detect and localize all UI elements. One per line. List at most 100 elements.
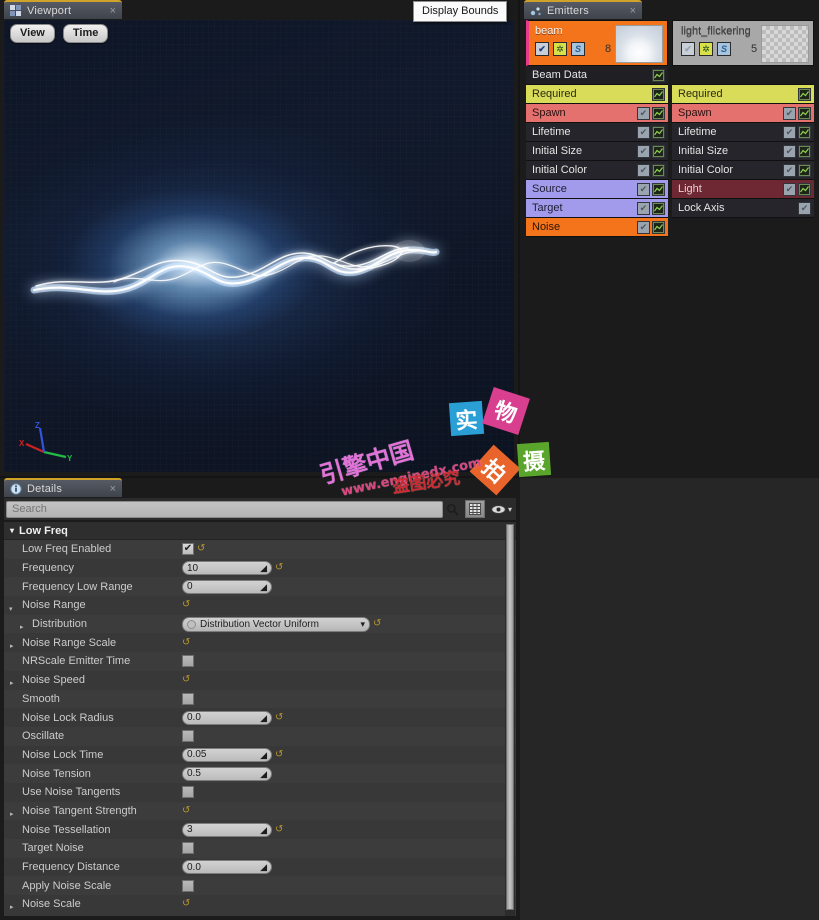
revert-icon[interactable]: ↺ (275, 749, 283, 760)
tab-viewport[interactable]: Viewport × (4, 0, 122, 19)
property-row-noise-speed[interactable]: ▸ Noise Speed ↺ (4, 670, 516, 690)
module-row-noise[interactable]: Noise ✔ (526, 218, 668, 237)
module-row-initial-color[interactable]: Initial Color ✔ (526, 161, 668, 180)
module-curve-icon[interactable] (652, 106, 665, 120)
module-curve-icon[interactable] (798, 87, 811, 101)
module-curve-icon[interactable] (652, 68, 665, 82)
module-row-light[interactable]: Light ✔ (672, 180, 814, 199)
emitter-column-light_flickering[interactable]: light_flickering ✔ ✲ S 5 Required Spawn ✔ Lifeti… (672, 20, 814, 237)
time-button[interactable]: Time (62, 24, 109, 43)
revert-icon[interactable]: ↺ (275, 712, 283, 723)
visibility-icon[interactable]: ▾ (487, 504, 516, 515)
properties-scrollbar-track[interactable] (505, 522, 515, 916)
property-number-field[interactable]: 0.05 ◢ (182, 747, 272, 762)
property-row-apply-noise-scale[interactable]: Apply Noise Scale (4, 876, 516, 896)
spinner-handle-icon[interactable]: ◢ (260, 713, 267, 724)
property-checkbox[interactable] (182, 692, 194, 705)
module-curve-icon[interactable] (652, 182, 665, 196)
property-row-noise-lock-time[interactable]: Noise Lock Time 0.05 ◢ ↺ (4, 745, 516, 765)
property-row-distribution[interactable]: ▸ Distribution Distribution Vector Uniform… (4, 614, 516, 634)
tab-emitters[interactable]: Emitters × (524, 0, 642, 19)
vertical-splitter[interactable] (518, 0, 520, 478)
grid-view-icon[interactable] (464, 500, 485, 518)
module-enable-checkbox[interactable]: ✔ (798, 201, 811, 215)
view-button[interactable]: View (10, 24, 55, 43)
module-curve-icon[interactable] (798, 163, 811, 177)
module-enable-checkbox[interactable]: ✔ (783, 182, 796, 196)
properties-list[interactable]: ▾ Low Freq Low Freq Enabled ✔ ↺ Frequency 10… (4, 522, 516, 916)
revert-icon[interactable]: ↺ (197, 544, 205, 554)
property-checkbox[interactable] (182, 879, 194, 892)
spinner-handle-icon[interactable]: ◢ (260, 582, 267, 593)
module-enable-checkbox[interactable]: ✔ (637, 163, 650, 177)
revert-icon[interactable]: ↺ (182, 805, 190, 816)
module-enable-checkbox[interactable]: ✔ (637, 220, 650, 234)
horizontal-splitter[interactable] (0, 476, 520, 478)
module-enable-checkbox[interactable]: ✔ (783, 125, 796, 139)
emitter-header-beam[interactable]: beam ✔ ✲ S 8 (526, 20, 668, 66)
triangle-closed-icon[interactable]: ▸ (10, 903, 14, 911)
property-number-field[interactable]: 0.0 ◢ (182, 710, 272, 725)
module-curve-icon[interactable] (652, 163, 665, 177)
module-enable-checkbox[interactable]: ✔ (783, 144, 796, 158)
spinner-handle-icon[interactable]: ◢ (260, 862, 267, 873)
revert-icon[interactable]: ↺ (275, 563, 283, 573)
property-row-frequency[interactable]: Frequency 10 ◢ ↺ (4, 558, 516, 578)
module-enable-checkbox[interactable]: ✔ (637, 182, 650, 196)
module-curve-icon[interactable] (798, 125, 811, 139)
search-icon[interactable] (443, 499, 463, 519)
module-row-initial-size[interactable]: Initial Size ✔ (672, 142, 814, 161)
module-enable-checkbox[interactable]: ✔ (637, 201, 650, 215)
spinner-handle-icon[interactable]: ◢ (260, 769, 267, 780)
particle-icon[interactable]: ✲ (699, 42, 713, 56)
triangle-closed-icon[interactable]: ▸ (20, 623, 24, 631)
module-curve-icon[interactable] (652, 125, 665, 139)
viewport-canvas[interactable]: View Time X Y Z (4, 20, 514, 472)
module-row-beam-data[interactable]: Beam Data (526, 66, 668, 85)
triangle-open-icon[interactable]: ▾ (9, 605, 13, 613)
property-row-noise-scale[interactable]: ▸ Noise Scale ↺ (4, 895, 516, 914)
property-number-field[interactable]: 0.5 ◢ (182, 766, 272, 781)
property-row-noise-tangent-strength[interactable]: ▸ Noise Tangent Strength ↺ (4, 801, 516, 821)
module-curve-icon[interactable] (652, 87, 665, 101)
property-number-field[interactable]: 0.0 ◢ (182, 860, 272, 875)
revert-icon[interactable]: ↺ (182, 600, 190, 610)
property-row-target-noise[interactable]: Target Noise (4, 839, 516, 858)
triangle-closed-icon[interactable]: ▸ (10, 810, 14, 818)
property-row-low-freq-enabled[interactable]: Low Freq Enabled ✔ ↺ (4, 540, 516, 559)
module-row-source[interactable]: Source ✔ (526, 180, 668, 199)
revert-icon[interactable]: ↺ (182, 637, 190, 648)
property-row-nrscale-emitter-time[interactable]: NRScale Emitter Time (4, 652, 516, 671)
property-row-noise-lock-radius[interactable]: Noise Lock Radius 0.0 ◢ ↺ (4, 708, 516, 727)
revert-icon[interactable]: ↺ (275, 824, 283, 835)
emitter-header-light_flickering[interactable]: light_flickering ✔ ✲ S 5 (672, 20, 814, 66)
module-row-lock-axis[interactable]: Lock Axis ✔ (672, 199, 814, 218)
property-row-frequency-low-range[interactable]: Frequency Low Range 0 ◢ (4, 577, 516, 597)
module-curve-icon[interactable] (798, 106, 811, 120)
module-row-required[interactable]: Required (526, 85, 668, 104)
solo-icon[interactable]: S (717, 42, 731, 56)
module-enable-checkbox[interactable]: ✔ (637, 125, 650, 139)
category-header-low-freq[interactable]: ▾ Low Freq (4, 522, 516, 540)
spinner-handle-icon[interactable]: ◢ (260, 825, 267, 836)
property-row-noise-range[interactable]: ▾ Noise Range ↺ (4, 596, 516, 615)
module-curve-icon[interactable] (798, 182, 811, 196)
revert-icon[interactable]: ↺ (182, 899, 190, 909)
module-row-required[interactable]: Required (672, 85, 814, 104)
property-row-noise-tessellation[interactable]: Noise Tessellation 3 ◢ ↺ (4, 820, 516, 839)
property-number-field[interactable]: 10 ◢ (182, 561, 272, 576)
property-row-noise-tension[interactable]: Noise Tension 0.5 ◢ (4, 764, 516, 783)
spinner-handle-icon[interactable]: ◢ (260, 563, 267, 574)
module-row-spawn[interactable]: Spawn ✔ (526, 104, 668, 123)
module-enable-checkbox[interactable]: ✔ (783, 163, 796, 177)
property-checkbox[interactable]: ✔ (182, 543, 194, 556)
property-row-oscillate[interactable]: Oscillate (4, 726, 516, 746)
triangle-closed-icon[interactable]: ▸ (10, 679, 14, 687)
particle-icon[interactable]: ✲ (553, 42, 567, 56)
chevron-down-icon[interactable]: ▾ (508, 505, 512, 514)
revert-icon[interactable]: ↺ (182, 675, 190, 685)
spinner-handle-icon[interactable]: ◢ (260, 750, 267, 761)
property-number-field[interactable]: 3 ◢ (182, 822, 272, 837)
distribution-dropdown[interactable]: Distribution Vector Uniform ▾ (182, 616, 370, 632)
module-row-initial-color[interactable]: Initial Color ✔ (672, 161, 814, 180)
